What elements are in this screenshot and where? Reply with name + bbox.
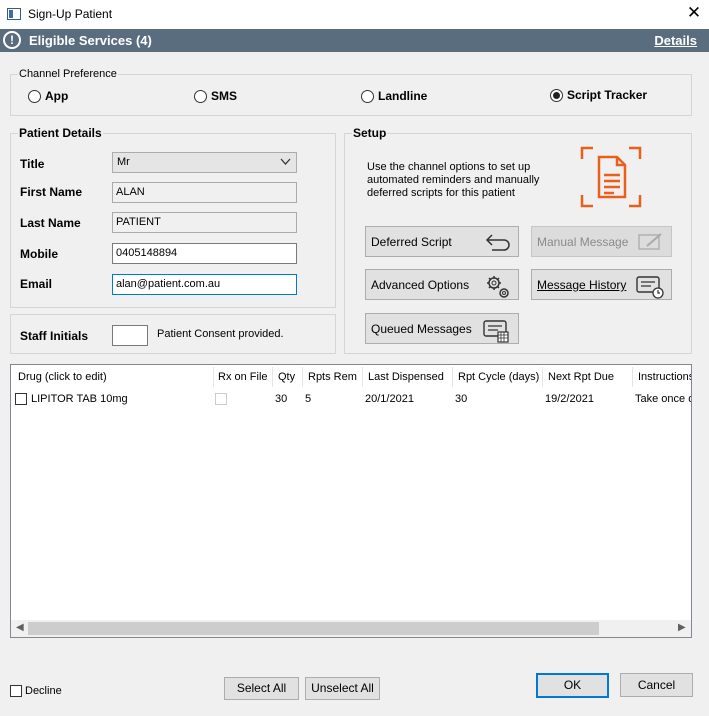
queued-messages-button[interactable]: Queued Messages	[365, 313, 519, 344]
radio-landline-circle[interactable]	[361, 89, 374, 103]
col-separator	[452, 367, 453, 387]
select-all-button[interactable]: Select All	[224, 677, 299, 700]
decline-checkbox-box[interactable]	[10, 685, 22, 697]
cell-next-rpt-due: 19/2/2021	[545, 393, 594, 405]
eligible-services-banner: ! Eligible Services (4) Details	[0, 29, 709, 52]
drug-table: Drug (click to edit) Rx on File Qty Rpts…	[10, 364, 692, 638]
radio-landline-label: Landline	[378, 89, 428, 103]
banner-title: Eligible Services (4)	[29, 33, 152, 48]
title-select-value: Mr	[117, 156, 130, 168]
scroll-left-icon[interactable]: ◀	[16, 622, 24, 633]
message-calendar-icon	[482, 318, 512, 347]
patient-details-label: Patient Details	[18, 126, 103, 140]
scroll-right-icon[interactable]: ▶	[678, 622, 686, 633]
patient-consent-label: Patient Consent provided.	[157, 328, 284, 340]
close-button[interactable]: ✕	[683, 3, 705, 23]
setup-text-1: Use the channel options to set up	[367, 161, 531, 173]
window-title: Sign-Up Patient	[28, 7, 113, 21]
col-rx-on-file[interactable]: Rx on File	[218, 371, 268, 383]
mobile-field[interactable]: 0405148894	[112, 243, 297, 264]
gears-icon	[484, 274, 512, 303]
col-last-dispensed[interactable]: Last Dispensed	[368, 371, 444, 383]
first-name-label: First Name	[20, 185, 83, 199]
setup-label: Setup	[352, 126, 388, 140]
col-rpt-cycle[interactable]: Rpt Cycle (days)	[458, 371, 539, 383]
queued-messages-label: Queued Messages	[371, 322, 472, 336]
first-name-field[interactable]: ALAN	[112, 182, 297, 203]
ok-button[interactable]: OK	[536, 673, 609, 698]
cell-drug[interactable]: LIPITOR TAB 10mg	[31, 393, 128, 405]
horizontal-scrollbar[interactable]: ◀ ▶	[11, 620, 691, 637]
radio-sms-label: SMS	[211, 89, 238, 103]
email-field[interactable]: alan@patient.com.au	[112, 274, 297, 295]
app-icon	[7, 8, 21, 20]
alert-icon: !	[3, 31, 21, 49]
message-clock-icon	[635, 274, 665, 303]
manual-message-label: Manual Message	[537, 235, 629, 249]
title-bar: Sign-Up Patient ✕	[0, 0, 709, 29]
unselect-all-button[interactable]: Unselect All	[305, 677, 380, 700]
radio-sms[interactable]: SMS	[194, 89, 237, 103]
radio-script-tracker-circle[interactable]	[550, 88, 563, 102]
radio-sms-circle[interactable]	[194, 89, 207, 103]
script-document-icon	[579, 145, 643, 209]
channel-preference-label: Channel Preference	[18, 68, 118, 80]
col-next-rpt-due[interactable]: Next Rpt Due	[548, 371, 614, 383]
col-separator	[302, 367, 303, 387]
radio-script-tracker[interactable]: Script Tracker	[550, 88, 647, 102]
cell-instructions: Take once d	[635, 393, 692, 405]
last-name-label: Last Name	[20, 216, 81, 230]
radio-landline[interactable]: Landline	[361, 89, 427, 103]
row-select-checkbox[interactable]	[15, 393, 27, 405]
col-separator	[272, 367, 273, 387]
table-header: Drug (click to edit) Rx on File Qty Rpts…	[11, 365, 691, 389]
decline-checkbox[interactable]: Decline	[10, 685, 62, 697]
scrollbar-thumb[interactable]	[28, 622, 599, 635]
col-instructions[interactable]: Instructions	[638, 371, 691, 383]
col-qty[interactable]: Qty	[278, 371, 295, 383]
cell-last-dispensed: 20/1/2021	[365, 393, 414, 405]
col-separator	[542, 367, 543, 387]
col-separator	[632, 367, 633, 387]
col-rpts-rem[interactable]: Rpts Rem	[308, 371, 357, 383]
mobile-label: Mobile	[20, 247, 58, 261]
radio-app-label: App	[45, 89, 69, 103]
staff-initials-field[interactable]	[112, 325, 148, 346]
deferred-script-label: Deferred Script	[371, 235, 452, 249]
rx-on-file-checkbox	[215, 393, 227, 405]
chevron-down-icon	[280, 154, 291, 174]
setup-text-3: deferred scripts for this patient	[367, 187, 515, 199]
decline-label: Decline	[25, 685, 62, 697]
radio-app-circle[interactable]	[28, 89, 41, 103]
message-history-label: Message History	[537, 278, 627, 292]
email-label: Email	[20, 277, 53, 291]
details-link[interactable]: Details	[654, 33, 697, 48]
message-history-button[interactable]: Message History	[531, 269, 672, 300]
return-arrow-icon	[484, 231, 512, 256]
advanced-options-label: Advanced Options	[371, 278, 470, 292]
radio-app[interactable]: App	[28, 89, 68, 103]
deferred-script-button[interactable]: Deferred Script	[365, 226, 519, 257]
setup-text-2: automated reminders and manually	[367, 174, 540, 186]
cell-qty: 30	[275, 393, 288, 405]
advanced-options-button[interactable]: Advanced Options	[365, 269, 519, 300]
edit-message-icon	[637, 231, 665, 256]
col-separator	[362, 367, 363, 387]
col-drug[interactable]: Drug (click to edit)	[18, 371, 107, 383]
manual-message-button[interactable]: Manual Message	[531, 226, 672, 257]
title-select[interactable]: Mr	[112, 152, 297, 173]
cell-rpt-cycle: 30	[455, 393, 468, 405]
radio-script-tracker-label: Script Tracker	[567, 88, 648, 102]
col-separator	[213, 367, 214, 387]
cancel-button[interactable]: Cancel	[620, 673, 693, 697]
last-name-field[interactable]: PATIENT	[112, 212, 297, 233]
title-label: Title	[20, 157, 45, 171]
staff-initials-label: Staff Initials	[20, 329, 89, 343]
cell-rpts-rem: 5	[305, 393, 312, 405]
